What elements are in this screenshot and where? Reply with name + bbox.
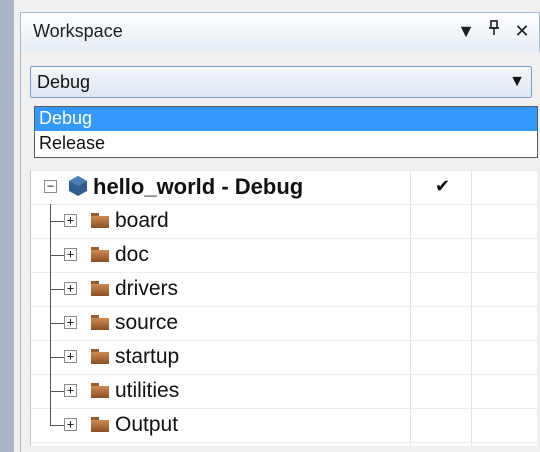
tree-connector — [50, 221, 64, 222]
project-tree: − hello_world - Debug ✔ + board + doc + … — [30, 170, 538, 446]
dropdown-option-release[interactable]: Release — [35, 132, 537, 156]
folder-label: utilities — [115, 379, 180, 402]
tree-folder-row[interactable]: + drivers — [31, 272, 538, 306]
folder-label: Output — [115, 413, 179, 436]
panel-titlebar: Workspace ▼ ✕ — [20, 12, 540, 52]
expand-icon[interactable]: + — [64, 316, 77, 329]
dropdown-option-debug[interactable]: Debug — [35, 107, 537, 131]
chevron-down-icon[interactable]: ▼ — [509, 73, 525, 91]
triangle-down-icon[interactable]: ▼ — [455, 19, 477, 43]
configuration-select-value: Debug — [37, 72, 91, 92]
folder-icon — [91, 315, 109, 330]
configuration-dropdown-list: Debug Release — [34, 106, 538, 158]
project-label: hello_world - Debug — [93, 174, 304, 199]
tree-connector — [50, 391, 64, 392]
folder-label: board — [115, 209, 169, 232]
folder-icon — [91, 349, 109, 364]
left-edge-strip — [0, 0, 14, 452]
tree-connector — [50, 357, 64, 358]
tree-connector — [50, 323, 64, 324]
workspace-panel: Workspace ▼ ✕ Debug ▼ − hello_world - De… — [14, 0, 540, 452]
folder-icon — [91, 281, 109, 296]
folder-label: drivers — [115, 277, 179, 300]
row-divider — [31, 442, 538, 443]
tree-connector — [50, 289, 64, 290]
collapse-icon[interactable]: − — [44, 180, 57, 193]
expand-icon[interactable]: + — [64, 248, 77, 261]
tree-folder-row[interactable]: + startup — [31, 340, 538, 374]
folder-icon — [91, 213, 109, 228]
expand-icon[interactable]: + — [64, 384, 77, 397]
configuration-select[interactable]: Debug ▼ — [30, 66, 532, 98]
folder-icon — [91, 417, 109, 432]
pin-icon[interactable] — [483, 19, 505, 43]
folder-label: source — [115, 311, 179, 334]
folder-label: doc — [115, 243, 149, 266]
folder-label: startup — [115, 345, 180, 368]
folder-icon — [91, 383, 109, 398]
expand-icon[interactable]: + — [64, 350, 77, 363]
panel-title: Workspace — [33, 21, 123, 41]
tree-folder-row[interactable]: + utilities — [31, 374, 538, 408]
folder-icon — [91, 247, 109, 262]
tree-folder-row[interactable]: + board — [31, 204, 538, 238]
tree-folder-row[interactable]: + Output — [31, 408, 538, 442]
close-icon[interactable]: ✕ — [511, 19, 533, 43]
tree-project-row[interactable]: − hello_world - Debug ✔ — [31, 170, 538, 204]
tree-folder-row[interactable]: + source — [31, 306, 538, 340]
project-icon — [68, 175, 88, 197]
expand-icon[interactable]: + — [64, 282, 77, 295]
tree-connector — [50, 255, 64, 256]
tree-connector — [50, 425, 64, 426]
expand-icon[interactable]: + — [64, 418, 77, 431]
expand-icon[interactable]: + — [64, 214, 77, 227]
checkmark-icon: ✔ — [435, 176, 451, 196]
tree-folder-row[interactable]: + doc — [31, 238, 538, 272]
